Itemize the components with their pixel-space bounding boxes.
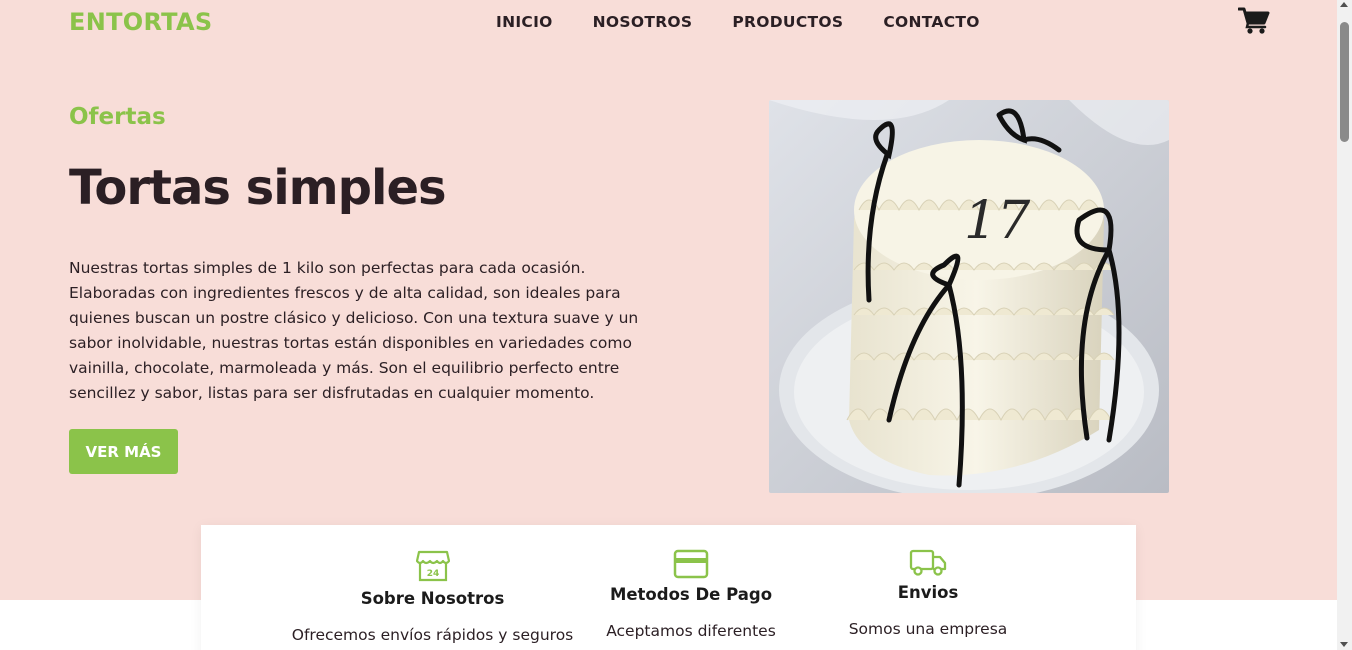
info-item-metodos-pago: Metodos De Pago Aceptamos diferentes bbox=[596, 549, 786, 640]
info-item-sobre-nosotros: 24 Sobre Nosotros Ofrecemos envíos rápid… bbox=[285, 549, 580, 644]
offer-tag: Ofertas bbox=[69, 104, 166, 130]
nav-productos[interactable]: PRODUCTOS bbox=[732, 13, 843, 31]
hero-description: Nuestras tortas simples de 1 kilo son pe… bbox=[69, 259, 639, 402]
ver-mas-button[interactable]: VER MÁS bbox=[69, 429, 178, 474]
info-text-metodos-pago: Aceptamos diferentes bbox=[606, 622, 776, 640]
scroll-down-icon[interactable] bbox=[1340, 642, 1348, 647]
cake-number-text: 17 bbox=[964, 191, 1031, 251]
truck-icon bbox=[909, 549, 947, 576]
info-text-sobre-nosotros: Ofrecemos envíos rápidos y seguros bbox=[291, 626, 574, 644]
main-nav: INICIO NOSOTROS PRODUCTOS CONTACTO bbox=[496, 13, 980, 31]
cake-image: 17 bbox=[769, 100, 1169, 493]
scroll-up-icon[interactable] bbox=[1340, 2, 1348, 7]
info-text-envios: Somos una empresa bbox=[848, 620, 1008, 638]
nav-contacto[interactable]: CONTACTO bbox=[883, 13, 979, 31]
scroll-thumb[interactable] bbox=[1340, 22, 1349, 142]
nav-nosotros[interactable]: NOSOTROS bbox=[593, 13, 693, 31]
info-card: 24 Sobre Nosotros Ofrecemos envíos rápid… bbox=[201, 525, 1136, 650]
info-item-envios: Envios Somos una empresa bbox=[833, 549, 1023, 638]
info-title-sobre-nosotros: Sobre Nosotros bbox=[360, 589, 505, 608]
nav-inicio[interactable]: INICIO bbox=[496, 13, 553, 31]
info-title-metodos-pago: Metodos De Pago bbox=[609, 585, 773, 604]
page-scrollbar[interactable] bbox=[1337, 0, 1352, 650]
shopping-cart-icon[interactable] bbox=[1238, 6, 1270, 34]
store-24-icon: 24 bbox=[415, 550, 450, 582]
info-title-envios: Envios bbox=[897, 583, 959, 602]
credit-card-icon bbox=[673, 549, 709, 579]
site-logo[interactable]: ENTORTAS bbox=[69, 8, 212, 36]
svg-text:24: 24 bbox=[426, 569, 439, 579]
hero-title: Tortas simples bbox=[69, 160, 447, 216]
